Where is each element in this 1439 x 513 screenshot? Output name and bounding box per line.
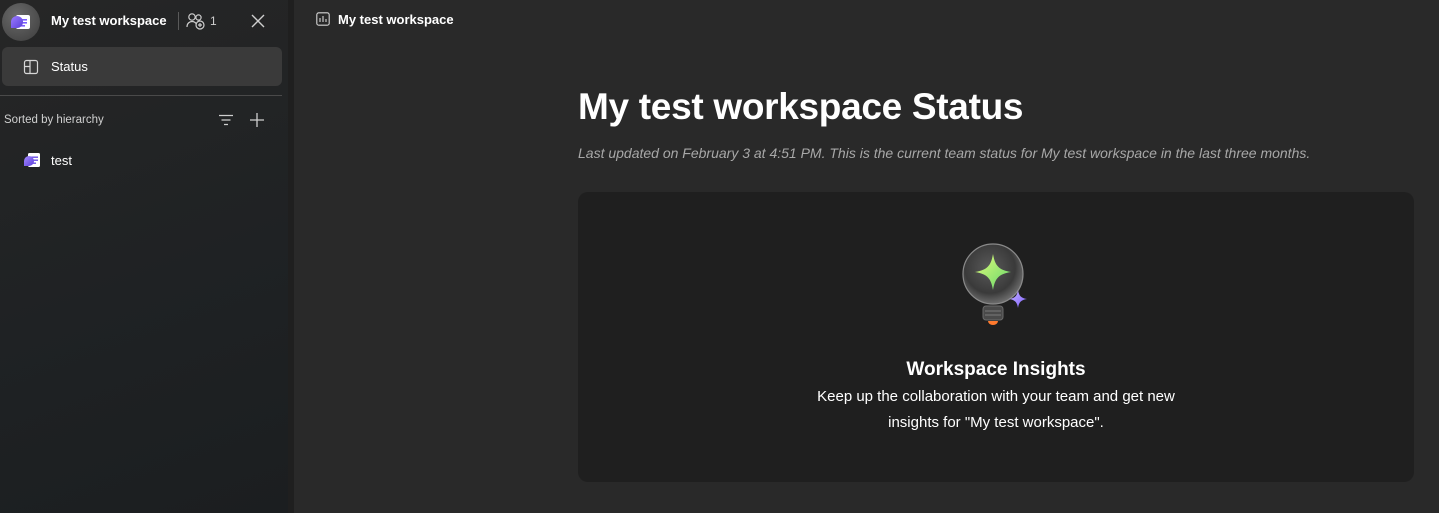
lightbulb-sparkle-icon <box>962 243 1027 325</box>
sort-row: Sorted by hierarchy <box>0 108 282 132</box>
page-title: My test workspace Status <box>578 86 1024 127</box>
chart-icon <box>316 12 330 26</box>
loop-page-icon <box>23 151 41 169</box>
close-button[interactable] <box>248 11 268 31</box>
workspace-title[interactable]: My test workspace <box>51 13 167 28</box>
members-button[interactable]: 1 <box>186 10 217 32</box>
tree-item-test[interactable]: test <box>10 148 282 172</box>
members-count: 1 <box>210 14 217 28</box>
workspace-header: My test workspace 1 <box>0 0 288 44</box>
sidebar-item-status[interactable]: Status <box>2 47 282 86</box>
breadcrumb-label: My test workspace <box>338 11 454 27</box>
main-content: My test workspace My test workspace Stat… <box>294 0 1439 513</box>
people-add-icon <box>186 13 205 30</box>
tree-item-label: test <box>51 152 72 168</box>
board-icon <box>23 59 39 75</box>
breadcrumb[interactable]: My test workspace <box>316 10 454 28</box>
insights-title: Workspace Insights <box>906 359 1086 380</box>
sort-label: Sorted by hierarchy <box>4 114 104 126</box>
add-page-button[interactable] <box>247 110 267 130</box>
close-icon <box>251 14 265 28</box>
filter-button[interactable] <box>216 110 236 130</box>
insights-card: Workspace Insights Keep up the collabora… <box>578 192 1414 482</box>
workspace-page-icon <box>11 15 30 29</box>
plus-icon <box>250 113 264 127</box>
sidebar: My test workspace 1 Status Sorted by hie… <box>0 0 288 513</box>
sidebar-divider <box>0 95 282 96</box>
filter-icon <box>219 114 233 126</box>
app-window: My test workspace 1 Status Sorted by hie… <box>0 0 1439 513</box>
header-divider <box>178 12 179 30</box>
sidebar-item-label: Status <box>51 59 88 74</box>
workspace-avatar[interactable] <box>2 3 40 41</box>
insights-body: Keep up the collaboration with your team… <box>817 388 1175 431</box>
page-subtitle: Last updated on February 3 at 4:51 PM. T… <box>578 145 1311 161</box>
